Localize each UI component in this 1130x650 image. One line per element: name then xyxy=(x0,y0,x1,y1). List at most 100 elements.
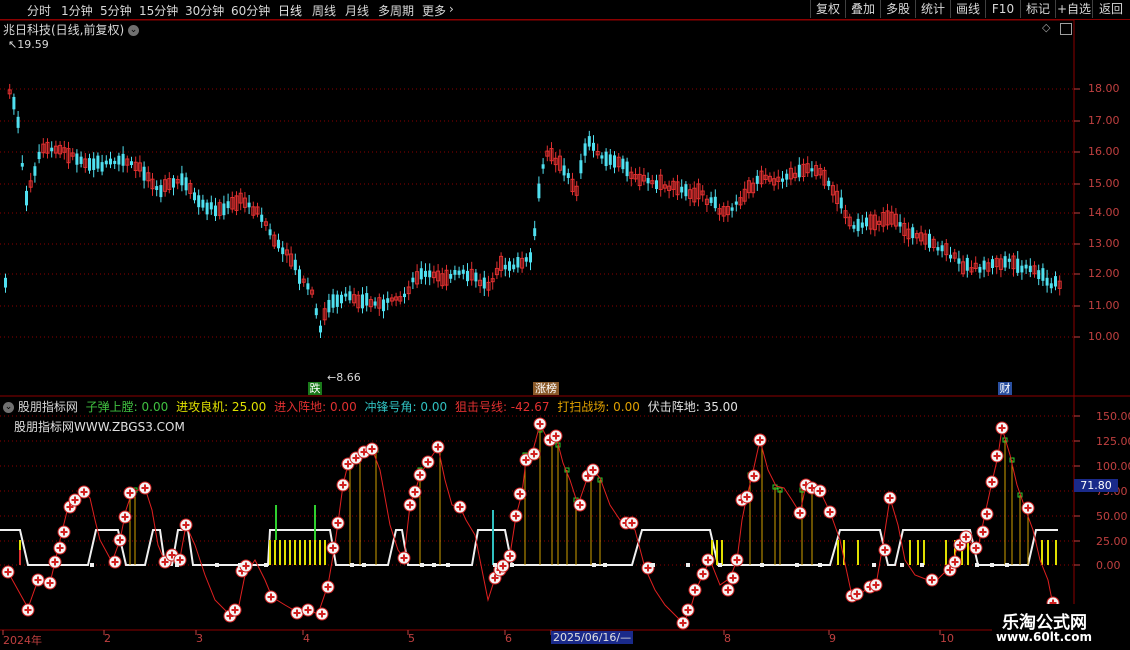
candle-body xyxy=(839,197,843,209)
period-tab-multi[interactable]: 多周期 xyxy=(378,2,414,19)
candle-body xyxy=(658,174,663,190)
candle-body xyxy=(293,259,297,271)
candle-body xyxy=(742,188,747,202)
candle-body xyxy=(613,155,616,168)
candle-body xyxy=(1032,265,1037,275)
plus-circle-icon xyxy=(549,429,563,443)
candle-body xyxy=(1024,264,1028,269)
candle-body xyxy=(1054,276,1057,287)
y-tick: 10.00 xyxy=(1088,330,1120,343)
chevron-right-icon[interactable]: › xyxy=(449,2,454,16)
candle-body xyxy=(512,264,516,270)
candle-body xyxy=(713,196,717,209)
candle-body xyxy=(730,207,734,211)
plus-circle-icon xyxy=(863,580,877,594)
marker-top-gainers[interactable]: 涨榜 xyxy=(533,382,559,395)
candle-body xyxy=(541,164,545,169)
baseline-marker xyxy=(362,563,366,567)
plus-circle-shape xyxy=(31,573,45,587)
period-tab-daily[interactable]: 日线 xyxy=(278,2,302,19)
candle-body xyxy=(7,89,12,95)
candle-body xyxy=(478,279,483,287)
candle-body xyxy=(428,270,432,278)
candle-body xyxy=(675,181,680,196)
marker-finance[interactable]: 财 xyxy=(998,382,1012,395)
plus-circle-icon xyxy=(740,490,754,504)
plus-circle-icon xyxy=(845,589,859,603)
marker-drop[interactable]: 跌 xyxy=(308,382,322,395)
mark-button[interactable]: 标记 xyxy=(1020,0,1055,18)
candle-body xyxy=(751,182,756,194)
candle-body xyxy=(70,152,75,157)
time-label: 8 xyxy=(724,632,731,645)
period-tab-more[interactable]: 更多 xyxy=(422,2,446,19)
candle-body xyxy=(637,173,642,187)
y-tick: 11.00 xyxy=(1088,299,1120,312)
indicator-name[interactable]: 股朋指标网 xyxy=(18,400,78,414)
period-tab-15min[interactable]: 15分钟 xyxy=(139,2,178,19)
plus-circle-icon xyxy=(730,553,744,567)
plus-circle-icon xyxy=(581,469,595,483)
candle-body xyxy=(344,293,348,297)
candle-body xyxy=(466,270,469,282)
plus-circle-icon xyxy=(264,590,278,604)
diamond-icon[interactable]: ◇ xyxy=(1042,22,1053,33)
plus-circle-icon xyxy=(326,541,340,555)
candle-body xyxy=(394,296,399,301)
candle-body xyxy=(310,289,315,295)
back-button[interactable]: 返回 xyxy=(1092,0,1129,18)
plus-circle-shape xyxy=(496,559,510,573)
restore-rights-button[interactable]: 复权 xyxy=(810,0,845,18)
draw-line-button[interactable]: 画线 xyxy=(950,0,985,18)
period-tab-30min[interactable]: 30分钟 xyxy=(185,2,224,19)
plus-circle-shape xyxy=(976,525,990,539)
candle-body xyxy=(424,270,427,277)
baseline-marker xyxy=(175,563,179,567)
candle-body xyxy=(529,252,532,263)
candle-body xyxy=(197,195,201,208)
candle-body xyxy=(721,206,726,217)
statistics-button[interactable]: 统计 xyxy=(915,0,950,18)
plus-circle-icon xyxy=(331,516,345,530)
sweep-marker xyxy=(437,445,443,451)
candle-body xyxy=(281,247,285,255)
period-tab-5min[interactable]: 5分钟 xyxy=(100,2,132,19)
candle-body xyxy=(159,185,163,198)
candle-body xyxy=(788,167,793,180)
period-tab-monthly[interactable]: 月线 xyxy=(345,2,369,19)
multi-stock-button[interactable]: 多股 xyxy=(880,0,915,18)
period-tab-weekly[interactable]: 周线 xyxy=(312,2,336,19)
candle-body xyxy=(763,174,768,181)
period-tab-1min[interactable]: 1分钟 xyxy=(61,2,93,19)
plus-circle-icon xyxy=(878,543,892,557)
chevron-down-icon[interactable]: ⌄ xyxy=(3,402,14,413)
candle-body xyxy=(222,203,226,216)
candle-body xyxy=(340,294,343,304)
candle-body xyxy=(877,220,882,225)
candle-body xyxy=(566,173,570,178)
candle-body xyxy=(671,180,676,190)
plus-circle-icon xyxy=(68,493,82,507)
candle-body xyxy=(251,206,256,216)
period-tab-60min[interactable]: 60分钟 xyxy=(231,2,270,19)
plus-circle-shape xyxy=(235,564,249,578)
candle-body xyxy=(356,294,361,309)
candle-body xyxy=(570,178,575,193)
plus-circle-icon xyxy=(165,548,179,562)
period-tab-timeshare[interactable]: 分时 xyxy=(27,2,51,19)
f10-button[interactable]: F10 xyxy=(985,0,1020,18)
candle-body xyxy=(810,168,814,172)
chevron-down-icon[interactable]: ⌄ xyxy=(128,25,140,36)
candle-body xyxy=(411,277,415,283)
panel-toggle-icon[interactable] xyxy=(1060,23,1072,35)
plus-circle-shape xyxy=(349,451,363,465)
plus-circle-icon xyxy=(805,481,819,495)
candle-body xyxy=(398,296,403,302)
sweep-marker xyxy=(555,442,561,448)
candle-body xyxy=(629,171,634,179)
candle-body xyxy=(503,264,507,270)
overlay-button[interactable]: 叠加 xyxy=(845,0,880,18)
plus-circle-shape xyxy=(138,481,152,495)
candle-body xyxy=(1003,256,1007,268)
add-watchlist-button[interactable]: +自选 xyxy=(1055,0,1092,18)
